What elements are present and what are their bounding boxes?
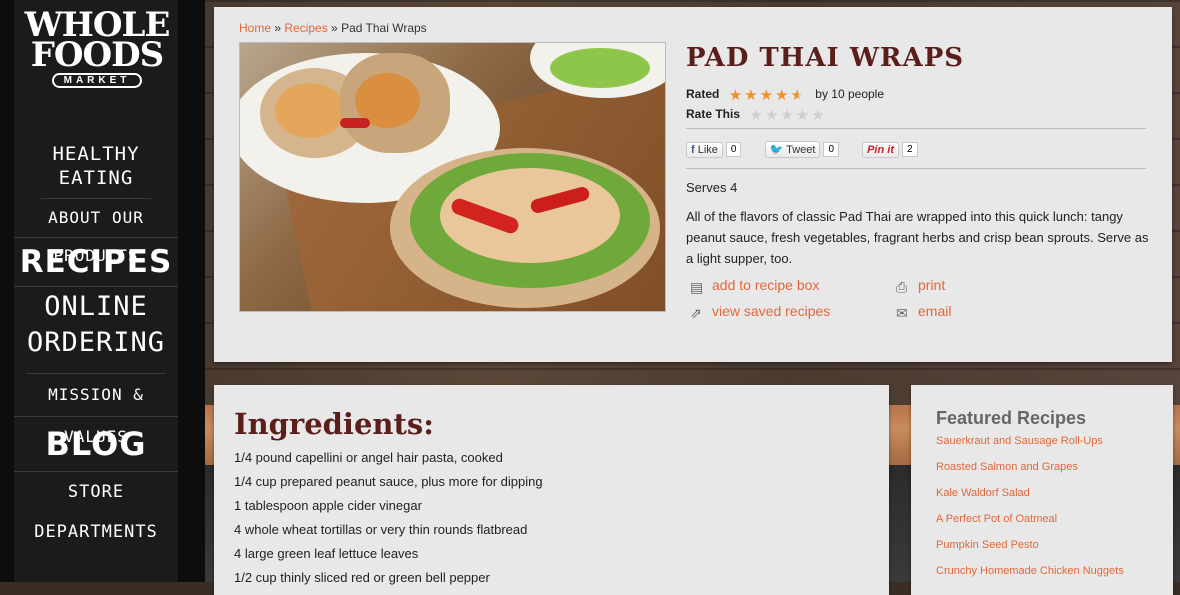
nav-mission-values[interactable]: MISSION & VALUES: [14, 374, 178, 446]
pin-label: Pin it: [867, 143, 894, 156]
recipe-photo: [239, 42, 666, 312]
rate-star-2-icon[interactable]: ★: [765, 107, 780, 124]
tweet-label: Tweet: [786, 144, 816, 156]
recipe-title: PAD THAI WRAPS: [686, 43, 965, 73]
twitter-icon: 🐦: [769, 144, 784, 156]
featured-heading: Featured Recipes: [936, 408, 1087, 428]
social-bar: f Like 0 🐦 Tweet 0 Pin it 2: [686, 141, 938, 158]
tweet-count: 0: [823, 142, 840, 157]
email-link[interactable]: ✉ email: [896, 303, 952, 321]
recipe-panel: Home » Recipes » Pad Thai Wraps PAD THAI…: [214, 7, 1172, 362]
rate-star-5-icon[interactable]: ★: [811, 107, 826, 124]
breadcrumb-sep: »: [327, 21, 342, 35]
star-icon: ★: [775, 87, 791, 104]
print-link[interactable]: ⎙ print: [896, 277, 946, 295]
sidebar: WHOLE FOODS MARKET HEALTHY EATING ABOUT …: [0, 0, 205, 582]
print-label: print: [918, 277, 946, 293]
star-icon: ★: [728, 87, 745, 104]
featured-recipe-link[interactable]: Sauerkraut and Sausage Roll-Ups: [936, 435, 1103, 447]
facebook-icon: f: [691, 143, 695, 156]
external-link-icon: ⇗: [690, 305, 702, 321]
add-to-recipe-box-label: add to recipe box: [712, 277, 820, 293]
rate-this-label: Rate This: [686, 107, 741, 122]
pin-it-button[interactable]: Pin it: [862, 141, 899, 158]
star-icon: ★: [759, 87, 776, 104]
rating-row: Rated ★★★★★ by 10 people: [686, 86, 884, 104]
half-star-icon: ★: [790, 87, 806, 104]
recipe-description: All of the flavors of classic Pad Thai a…: [686, 209, 1149, 266]
rate-star-1-icon[interactable]: ★: [749, 107, 764, 124]
serves: Serves 4: [686, 180, 738, 195]
ingredient-item: 1/4 cup prepared peanut sauce, plus more…: [234, 474, 543, 489]
rate-this-row: Rate This ★★★★★: [686, 106, 827, 124]
envelope-icon: ✉: [896, 305, 908, 321]
ingredient-item: 1 tablespoon apple cider vinegar: [234, 498, 422, 513]
pin-count: 2: [901, 142, 918, 157]
view-saved-recipes-link[interactable]: ⇗ view saved recipes: [690, 303, 831, 321]
tweet-button[interactable]: 🐦 Tweet: [764, 141, 821, 158]
divider: [686, 168, 1146, 169]
nav-recipes[interactable]: RECIPES: [14, 238, 178, 287]
rating-stars: ★★★★★: [729, 86, 806, 104]
nav-healthy-eating[interactable]: HEALTHY EATING: [41, 138, 151, 199]
like-label: Like: [697, 143, 718, 156]
ingredient-item: 1/2 cup thinly sliced red or green bell …: [234, 570, 490, 585]
breadcrumb-sep: »: [271, 21, 285, 35]
ingredient-item: 1/4 pound capellini or angel hair pasta,…: [234, 450, 503, 465]
featured-recipes-panel: Featured Recipes Sauerkraut and Sausage …: [911, 385, 1173, 595]
breadcrumb-home[interactable]: Home: [239, 21, 271, 35]
ingredients-panel: Ingredients: 1/4 pound capellini or ange…: [214, 385, 889, 595]
like-count: 0: [725, 142, 742, 157]
ingredients-heading: Ingredients:: [234, 407, 434, 441]
featured-list: Sauerkraut and Sausage Roll-Ups Roasted …: [936, 435, 1124, 591]
recipe-box-icon: ▤: [690, 279, 704, 295]
logo-line3: MARKET: [51, 73, 143, 88]
rate-stars[interactable]: ★★★★★: [749, 106, 826, 124]
featured-recipe-link[interactable]: A Perfect Pot of Oatmeal: [936, 513, 1057, 525]
breadcrumb-recipes[interactable]: Recipes: [284, 21, 327, 35]
facebook-like-button[interactable]: f Like: [686, 141, 723, 158]
email-label: email: [918, 303, 952, 319]
ingredient-item: 4 large green leaf lettuce leaves: [234, 546, 419, 561]
breadcrumb: Home » Recipes » Pad Thai Wraps: [239, 21, 427, 35]
breadcrumb-current: Pad Thai Wraps: [341, 21, 427, 35]
logo-line2: FOODS: [30, 35, 164, 75]
featured-recipe-link[interactable]: Roasted Salmon and Grapes: [936, 461, 1078, 473]
divider: [686, 128, 1146, 129]
nav-store-departments[interactable]: STORE DEPARTMENTS: [14, 472, 178, 542]
featured-recipe-link[interactable]: Kale Waldorf Salad: [936, 487, 1030, 499]
main-nav: HEALTHY EATING ABOUT OUR PRODUCTS RECIPE…: [14, 138, 178, 542]
add-to-recipe-box-link[interactable]: ▤ add to recipe box: [690, 277, 820, 295]
featured-recipe-link[interactable]: Pumpkin Seed Pesto: [936, 539, 1039, 551]
nav-blog[interactable]: BLOG: [14, 417, 178, 472]
nav-about-products[interactable]: ABOUT OUR PRODUCTS: [14, 199, 178, 265]
view-saved-recipes-label: view saved recipes: [712, 303, 831, 319]
logo[interactable]: WHOLE FOODS MARKET: [22, 8, 172, 105]
nav-online-ordering[interactable]: ONLINE ORDERING: [26, 287, 166, 374]
featured-recipe-link[interactable]: Crunchy Homemade Chicken Nuggets: [936, 565, 1124, 577]
printer-icon: ⎙: [896, 279, 908, 295]
ingredient-item: 4 whole wheat tortillas or very thin rou…: [234, 522, 528, 537]
rate-star-3-icon[interactable]: ★: [780, 107, 795, 124]
rate-star-4-icon[interactable]: ★: [796, 107, 811, 124]
ingredients-list: 1/4 pound capellini or angel hair pasta,…: [234, 449, 543, 593]
star-icon: ★: [744, 87, 760, 104]
rated-label: Rated: [686, 87, 720, 102]
rated-by: by 10 people: [815, 87, 885, 102]
